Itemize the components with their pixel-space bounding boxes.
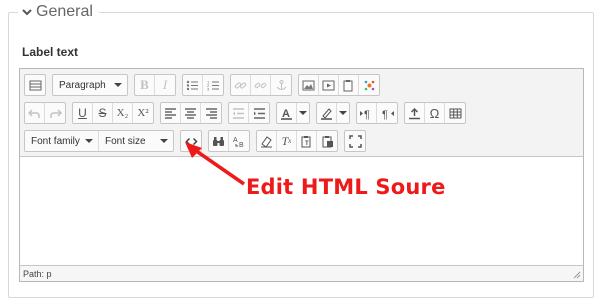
toolbar-row-2: U S X₂ X² A ¶ ¶ Ω <box>24 102 466 124</box>
align-center-icon <box>185 107 196 119</box>
paste-word-button[interactable] <box>317 131 337 151</box>
indent-icon <box>253 107 265 119</box>
numbered-list-button[interactable]: 123 <box>203 75 223 95</box>
link-button[interactable] <box>231 75 251 95</box>
paragraph-format-select[interactable]: Paragraph <box>53 75 127 95</box>
caret-down-icon <box>339 111 347 115</box>
chevron-down-icon <box>22 9 32 16</box>
equation-editor-button[interactable] <box>359 75 379 95</box>
rtl-icon: ¶ <box>382 109 394 120</box>
unlink-button[interactable] <box>251 75 271 95</box>
superscript-button[interactable]: X² <box>133 103 153 123</box>
text-color-button[interactable]: A <box>277 103 297 123</box>
toolbar-row-1: Paragraph B I 123 <box>24 74 380 96</box>
bullet-list-button[interactable] <box>183 75 203 95</box>
align-right-button[interactable] <box>201 103 221 123</box>
anchor-icon <box>276 79 286 90</box>
table-icon <box>449 108 461 118</box>
paste-text-icon: T <box>301 135 311 147</box>
highlighter-icon <box>321 107 332 120</box>
svg-text:T: T <box>305 141 309 147</box>
accessibility-checker-button[interactable] <box>405 103 425 123</box>
equation-icon <box>364 80 374 90</box>
editor-status-bar: Path: p <box>20 265 583 281</box>
caret-down-icon <box>299 111 307 115</box>
font-size-select[interactable]: Font size <box>99 131 173 151</box>
editor-content-area[interactable] <box>20 157 583 267</box>
fieldset-legend[interactable]: General <box>18 2 99 22</box>
fullscreen-button[interactable] <box>345 131 365 151</box>
paste-text-button[interactable]: T <box>297 131 317 151</box>
bold-button[interactable]: B <box>135 75 155 95</box>
media-icon <box>322 80 335 90</box>
align-center-button[interactable] <box>181 103 201 123</box>
svg-text:3: 3 <box>207 86 210 91</box>
svg-text:¶: ¶ <box>364 109 370 120</box>
fieldset-legend-label: General <box>36 3 93 20</box>
subscript-button[interactable]: X₂ <box>113 103 133 123</box>
element-path: Path: p <box>23 268 52 279</box>
upload-icon <box>409 107 420 119</box>
ltr-icon: ¶ <box>360 109 370 120</box>
caret-down-icon <box>160 139 168 143</box>
caret-down-icon <box>85 139 93 143</box>
background-color-menu-button[interactable] <box>337 103 349 123</box>
clear-formatting-button[interactable] <box>257 131 277 151</box>
remove-format-button[interactable]: Tx <box>277 131 297 151</box>
outdent-button[interactable] <box>229 103 249 123</box>
link-icon <box>234 82 247 88</box>
caret-down-icon <box>114 83 122 87</box>
font-family-select[interactable]: Font family <box>25 131 99 151</box>
toolbar-toggle-button[interactable] <box>25 75 45 95</box>
toolbar-toggle-icon <box>29 80 41 90</box>
image-icon <box>302 80 315 90</box>
annotation-arrow-icon <box>185 142 245 186</box>
left-to-right-button[interactable]: ¶ <box>357 103 377 123</box>
undo-button[interactable] <box>25 103 45 123</box>
insert-media-button[interactable] <box>319 75 339 95</box>
text-color-menu-button[interactable] <box>297 103 309 123</box>
anchor-button[interactable] <box>271 75 291 95</box>
redo-button[interactable] <box>45 103 65 123</box>
paste-word-icon <box>322 135 333 147</box>
background-color-button[interactable] <box>317 103 337 123</box>
text-color-icon: A <box>281 108 292 120</box>
annotation-label: Edit HTML Soure <box>246 175 446 199</box>
numbered-list-icon: 123 <box>207 79 219 91</box>
bullet-list-icon <box>186 80 198 90</box>
font-size-value: Font size <box>105 135 146 147</box>
align-left-button[interactable] <box>161 103 181 123</box>
files-icon <box>343 79 353 91</box>
indent-button[interactable] <box>249 103 269 123</box>
outdent-icon <box>233 107 244 119</box>
align-right-icon <box>205 107 217 119</box>
underline-button[interactable]: U <box>73 103 93 123</box>
editor-toolbar: Paragraph B I 123 U S X₂ X² A ¶ ¶ Ω Font… <box>20 69 583 157</box>
redo-icon <box>49 108 62 118</box>
fullscreen-icon <box>348 134 362 148</box>
strikethrough-button[interactable]: S <box>93 103 113 123</box>
font-family-value: Font family <box>31 135 80 147</box>
svg-text:¶: ¶ <box>382 109 388 120</box>
table-button[interactable] <box>445 103 465 123</box>
paragraph-format-value: Paragraph <box>59 79 106 91</box>
align-left-icon <box>165 107 176 119</box>
label-text-heading: Label text <box>22 45 79 59</box>
undo-icon <box>28 108 40 118</box>
unlink-icon <box>254 82 267 88</box>
manage-files-button[interactable] <box>339 75 359 95</box>
italic-button[interactable]: I <box>155 75 175 95</box>
right-to-left-button[interactable]: ¶ <box>377 103 397 123</box>
resize-handle-icon[interactable] <box>571 269 581 279</box>
insert-image-button[interactable] <box>299 75 319 95</box>
eraser-icon <box>261 135 272 148</box>
special-character-button[interactable]: Ω <box>425 103 445 123</box>
